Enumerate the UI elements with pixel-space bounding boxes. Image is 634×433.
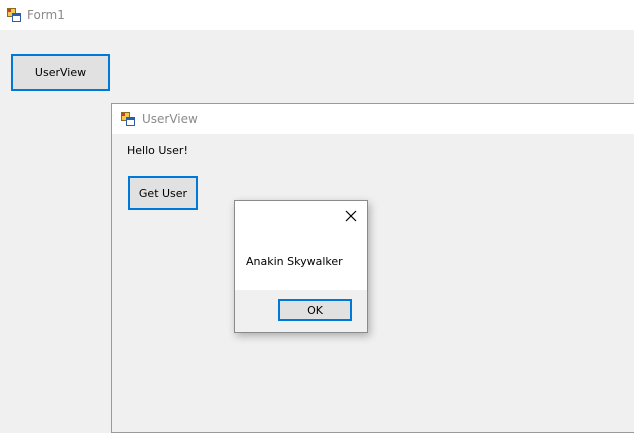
greeting-label: Hello User! (127, 144, 188, 157)
ok-button[interactable]: OK (278, 299, 352, 321)
close-icon[interactable] (344, 209, 358, 223)
app-icon (7, 8, 21, 22)
form1-titlebar[interactable]: Form1 (0, 0, 634, 30)
userview-titlebar[interactable]: UserView (112, 104, 634, 134)
userview-button[interactable]: UserView (11, 54, 110, 91)
message-box-footer: OK (235, 290, 367, 332)
app-icon (121, 112, 135, 126)
message-text: Anakin Skywalker (246, 255, 343, 268)
userview-window: UserView Hello User! Get User (111, 103, 634, 433)
form1-title: Form1 (27, 8, 65, 22)
get-user-button[interactable]: Get User (128, 176, 198, 210)
userview-title: UserView (142, 112, 198, 126)
message-box-dialog: Anakin Skywalker OK (234, 200, 368, 333)
